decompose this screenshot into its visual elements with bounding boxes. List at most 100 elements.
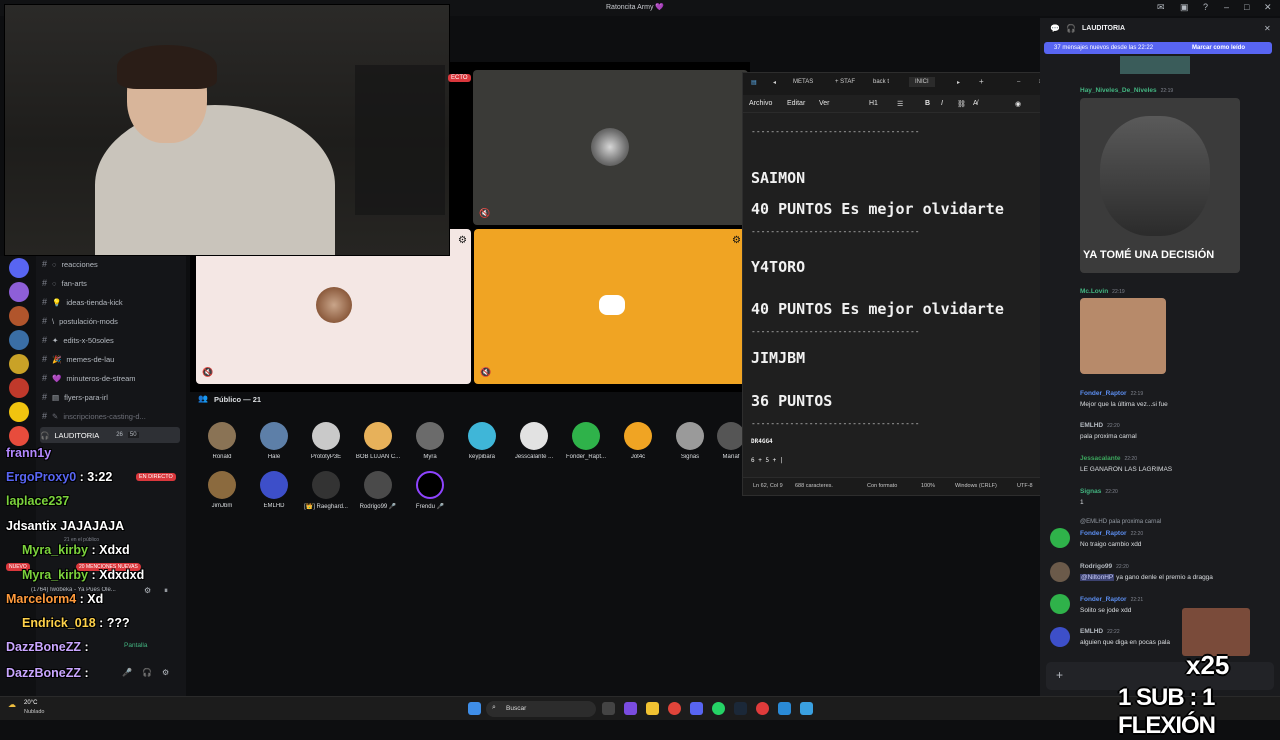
message-author[interactable]: EMLHD 22:22 — [1080, 628, 1120, 635]
audience-member[interactable]: Ronald — [198, 422, 246, 460]
whatsapp-icon[interactable] — [712, 702, 725, 715]
tab-back[interactable]: back t — [873, 79, 889, 85]
stream-tile[interactable]: 🔇 ⚙ — [474, 229, 749, 384]
audience-member[interactable]: Rodrigo99 🎤 — [354, 471, 402, 510]
stream-tile[interactable]: 🔇 — [473, 70, 748, 225]
screen-icon[interactable]: ▣ — [1180, 2, 1189, 13]
screen-share-button[interactable]: Pantalla — [124, 642, 148, 649]
menu-editar[interactable]: Editar — [787, 100, 805, 107]
tab-inicio[interactable]: INICI — [909, 77, 935, 87]
close-icon[interactable]: ✕ — [1264, 24, 1271, 33]
copilot-icon[interactable]: ◉ — [1015, 100, 1021, 108]
user-mention[interactable]: @NiltonHP — [1080, 574, 1115, 581]
format-mode[interactable]: Con formato — [867, 483, 897, 489]
copilot-icon[interactable] — [624, 702, 637, 715]
clear-format-icon[interactable]: A̸ — [973, 100, 978, 107]
obs-icon[interactable] — [756, 702, 769, 715]
image-attachment[interactable] — [1080, 298, 1166, 374]
user-settings-icon[interactable]: ⚙ — [162, 668, 169, 677]
message-author[interactable]: Fonder_Raptor 22:19 — [1080, 390, 1143, 397]
channel-item[interactable]: # ◌ fan-arts — [42, 275, 87, 291]
steam-icon[interactable] — [734, 702, 747, 715]
audience-member[interactable]: Fonder_Rapt... — [562, 422, 610, 460]
chrome-icon[interactable] — [668, 702, 681, 715]
weather-temp[interactable]: 20°C — [24, 700, 37, 706]
channel-item[interactable]: # 💡 ideas-tienda-kick — [42, 294, 123, 310]
server-icon[interactable] — [9, 426, 29, 446]
heading-select[interactable]: H1 — [869, 100, 878, 107]
encoding[interactable]: UTF-8 — [1017, 483, 1033, 489]
message-author[interactable]: Mc.Lovin 22:19 — [1080, 288, 1125, 295]
discord-icon[interactable] — [690, 702, 703, 715]
image-attachment[interactable]: YA TOMÉ UNA DECISIÓN — [1080, 98, 1240, 273]
audience-member[interactable]: Myra — [406, 422, 454, 460]
chevron-left-icon[interactable]: ◂ — [773, 79, 776, 86]
voice-channel-lauditoria[interactable]: 🎧 LAUDITORIA 26 50 — [40, 427, 180, 443]
new-messages-bar[interactable]: 37 mensajes nuevos desde las 22:22 Marca… — [1044, 42, 1272, 54]
avatar[interactable] — [1050, 562, 1070, 582]
start-icon[interactable] — [468, 702, 481, 715]
audience-member[interactable]: keypibara — [458, 422, 506, 460]
image-attachment[interactable] — [1120, 56, 1190, 74]
message-author[interactable]: Hay_Niveles_De_Niveles 22:19 — [1080, 87, 1173, 94]
settings-icon[interactable]: ⚙ — [458, 235, 467, 246]
channel-item[interactable]: # \ postulación-mods — [42, 313, 118, 329]
tab-staff[interactable]: + STAF — [835, 79, 855, 85]
server-icon[interactable] — [9, 306, 29, 326]
line-ending[interactable]: Windows (CRLF) — [955, 483, 997, 489]
server-icon[interactable] — [9, 282, 29, 302]
message-author[interactable]: Signas 22:20 — [1080, 488, 1118, 495]
inbox-icon[interactable]: ✉ — [1157, 2, 1165, 13]
audience-member[interactable]: Hale — [250, 422, 298, 460]
minimize-icon[interactable]: – — [1017, 79, 1020, 85]
settings-icon[interactable]: ⚙ — [144, 586, 151, 595]
audience-member[interactable]: Frendu 🎤 — [406, 471, 454, 510]
photos-icon[interactable] — [778, 702, 791, 715]
link-icon[interactable]: ⛓ — [957, 100, 966, 108]
message-author[interactable]: Rodrigo99 22:20 — [1080, 563, 1129, 570]
avatar[interactable] — [1050, 528, 1070, 548]
close-icon[interactable]: ✕ — [1264, 2, 1272, 13]
zoom-level[interactable]: 100% — [921, 483, 935, 489]
menu-archivo[interactable]: Archivo — [749, 100, 772, 107]
headset-icon[interactable]: 🎧 — [142, 668, 152, 677]
audience-member[interactable]: Signas — [666, 422, 714, 460]
search-box[interactable]: ⌕ Buscar — [486, 701, 596, 717]
channel-item[interactable]: # 💜 minuteros-de-stream — [42, 370, 136, 386]
server-icon[interactable] — [9, 258, 29, 278]
mic-icon[interactable]: 🎤 — [122, 668, 132, 677]
notepad-editor[interactable]: ----------------------------------- SAIM… — [751, 117, 1071, 467]
audience-member[interactable]: BOB LUJAN C... — [354, 422, 402, 460]
new-tab-icon[interactable]: + — [979, 77, 984, 86]
server-icon[interactable] — [9, 378, 29, 398]
chevron-right-icon[interactable]: ▸ — [957, 79, 960, 86]
audience-member[interactable]: [👑] Raeghard... — [302, 471, 350, 510]
maximize-icon[interactable]: □ — [1244, 2, 1249, 12]
bold-icon[interactable]: B — [925, 100, 930, 107]
add-attachment-icon[interactable]: + — [1056, 668, 1063, 682]
menu-ver[interactable]: Ver — [819, 100, 830, 107]
message-author[interactable]: Fonder_Raptor 22:21 — [1080, 596, 1143, 603]
channel-item[interactable]: # ◌ reacciones — [42, 256, 98, 272]
server-icon[interactable] — [9, 330, 29, 350]
mark-read-button[interactable]: Marcar como leído — [1192, 45, 1245, 51]
channel-item[interactable]: # 🎉 memes-de-lau — [42, 351, 114, 367]
channel-item[interactable]: # ▤ flyers-para-irl — [42, 389, 108, 405]
message-author[interactable]: Jessacalante 22:20 — [1080, 455, 1137, 462]
notepad-icon[interactable] — [800, 702, 813, 715]
server-icon[interactable] — [9, 354, 29, 374]
help-icon[interactable]: ? — [1203, 2, 1208, 12]
pause-icon[interactable]: ⏸ — [164, 586, 168, 596]
audience-member[interactable]: EMLHD — [250, 471, 298, 509]
list-icon[interactable]: ☰ — [897, 100, 903, 108]
folder-icon[interactable] — [646, 702, 659, 715]
audience-member[interactable]: Jot4c — [614, 422, 662, 460]
minimize-icon[interactable]: – — [1224, 2, 1229, 12]
message-author[interactable]: Fonder_Raptor 22:20 — [1080, 530, 1143, 537]
message-author[interactable]: EMLHD 22:20 — [1080, 422, 1120, 429]
reply-preview[interactable]: @EMLHD pala proxima carnal — [1080, 519, 1161, 525]
italic-icon[interactable]: I — [941, 100, 943, 107]
audience-member[interactable]: JimJbm — [198, 471, 246, 509]
channel-item[interactable]: # ✦ edits-x-50soles — [42, 332, 114, 348]
task-view-icon[interactable] — [602, 702, 615, 715]
